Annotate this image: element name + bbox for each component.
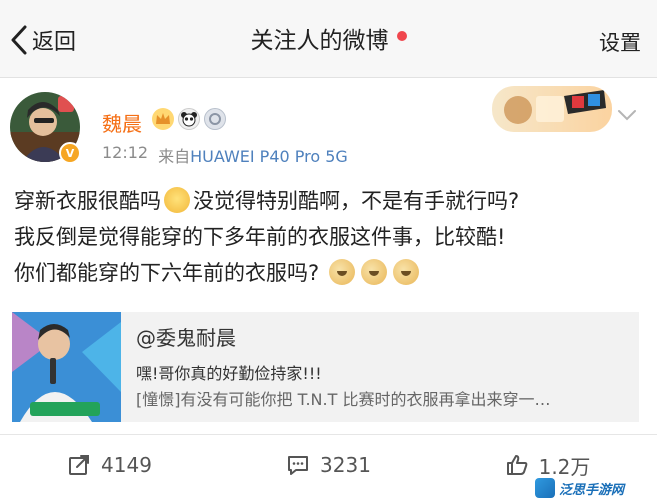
watermark-logo-icon <box>535 478 555 498</box>
comment-button[interactable]: 3231 <box>219 436 438 494</box>
thumbs-up-icon <box>506 455 527 475</box>
post-text-segment: 你们都能穿的下六年前的衣服吗? <box>14 261 320 285</box>
page-title-text: 关注人的微博 <box>250 28 389 54</box>
repost-card[interactable]: @委鬼耐晨 嘿!哥你真的好勤俭持家!!! [憧憬]有没有可能你把 T.N.T 比… <box>12 312 639 422</box>
page-title: 关注人的微博 <box>0 21 657 55</box>
post-author-name[interactable]: 魏晨 <box>102 108 142 137</box>
settings-button[interactable]: 设置 <box>599 27 641 57</box>
chevron-down-icon[interactable] <box>617 108 637 122</box>
post-source[interactable]: HUAWEI P40 Pro 5G <box>190 147 348 166</box>
post-header: V 魏晨 12:12 来自HUAWEI P40 Pro 5G <box>0 80 657 172</box>
post-text-segment: 穿新衣服很酷吗 <box>14 189 161 213</box>
repost-text-line: [憧憬]有没有可能你把 T.N.T 比赛时的衣服再拿出来穿一… <box>136 390 551 409</box>
repost-author-name[interactable]: @委鬼耐晨 <box>136 322 236 351</box>
crown-icon <box>152 108 174 130</box>
post-meta: 12:12 来自HUAWEI P40 Pro 5G <box>102 143 348 167</box>
doge-emoji-icon <box>360 259 387 285</box>
top-navbar: 返回 关注人的微博 设置 <box>0 0 657 78</box>
notification-dot <box>396 31 407 41</box>
repost-thumbnail[interactable] <box>12 312 121 422</box>
repost-text-line: 嘿!哥你真的好勤俭持家!!! <box>136 364 322 383</box>
doge-emoji-icon <box>328 259 355 285</box>
post-text-line: 穿新衣服很酷吗 没觉得特别酷啊，不是有手就行吗? <box>14 183 644 219</box>
action-divider <box>0 434 657 435</box>
doge-emoji-icon <box>392 259 419 285</box>
source-prefix: 来自 <box>158 147 191 166</box>
medal-icon <box>204 108 226 130</box>
verified-badge-icon: V <box>59 142 81 164</box>
repost-button[interactable]: 4149 <box>0 436 219 494</box>
repost-count: 4149 <box>101 453 152 477</box>
comment-count: 3231 <box>320 453 371 477</box>
baby-emoji-icon <box>164 187 190 213</box>
panda-icon <box>178 108 200 130</box>
post-text-line: 我反倒是觉得能穿的下多年前的衣服这件事，比较酷! <box>14 225 506 249</box>
post-time: 12:12 <box>102 143 149 162</box>
post-text-segment: 没觉得特别酷啊，不是有手就行吗? <box>193 189 520 213</box>
share-icon <box>69 455 90 475</box>
watermark: 泛思手游网 <box>535 476 657 500</box>
card-decoration-image <box>492 86 612 132</box>
comment-icon <box>288 456 309 475</box>
watermark-text: 泛思手游网 <box>559 482 625 498</box>
post-text-line: 你们都能穿的下六年前的衣服吗? <box>14 255 644 291</box>
post-content: 穿新衣服很酷吗 没觉得特别酷啊，不是有手就行吗? 我反倒是觉得能穿的下多年前的衣服… <box>14 183 644 291</box>
author-badges <box>152 108 226 130</box>
